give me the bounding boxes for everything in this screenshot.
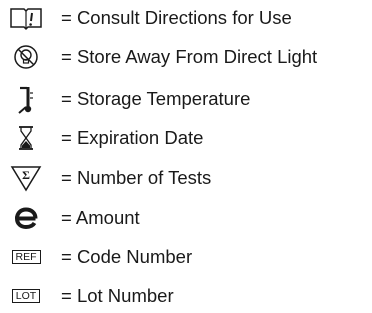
legend-label: = Number of Tests (61, 167, 212, 188)
keep-away-from-light-icon (0, 42, 52, 72)
legend-label: = Lot Number (61, 285, 174, 306)
symbol-legend: = Consult Directions for Use = Store Awa… (0, 0, 372, 313)
lot-box-label: LOT (11, 289, 41, 303)
legend-row-tests: Σ = Number of Tests (0, 163, 372, 193)
legend-row-temperature: = Storage Temperature (0, 84, 372, 114)
svg-text:Σ: Σ (22, 168, 30, 182)
sigma-triangle-icon: Σ (0, 163, 52, 193)
legend-row-amount: = Amount (0, 203, 372, 233)
legend-row-consult: = Consult Directions for Use (0, 3, 372, 33)
estimated-e-icon (0, 203, 52, 233)
legend-label: = Store Away From Direct Light (61, 46, 318, 67)
legend-label: = Storage Temperature (61, 88, 251, 109)
lot-box-icon: LOT (0, 281, 52, 311)
thermometer-icon (0, 84, 52, 114)
legend-label: = Expiration Date (61, 127, 204, 148)
legend-row-light: = Store Away From Direct Light (0, 42, 372, 72)
ref-box-label: REF (11, 250, 41, 264)
legend-row-lot: LOT = Lot Number (0, 281, 372, 311)
legend-row-code: REF = Code Number (0, 242, 372, 272)
legend-row-expiration: = Expiration Date (0, 123, 372, 153)
consult-instructions-icon (0, 3, 52, 33)
legend-label: = Code Number (61, 246, 193, 267)
ref-box-icon: REF (0, 242, 52, 272)
legend-label: = Consult Directions for Use (61, 7, 292, 28)
legend-label: = Amount (61, 207, 140, 228)
hourglass-icon (0, 123, 52, 153)
